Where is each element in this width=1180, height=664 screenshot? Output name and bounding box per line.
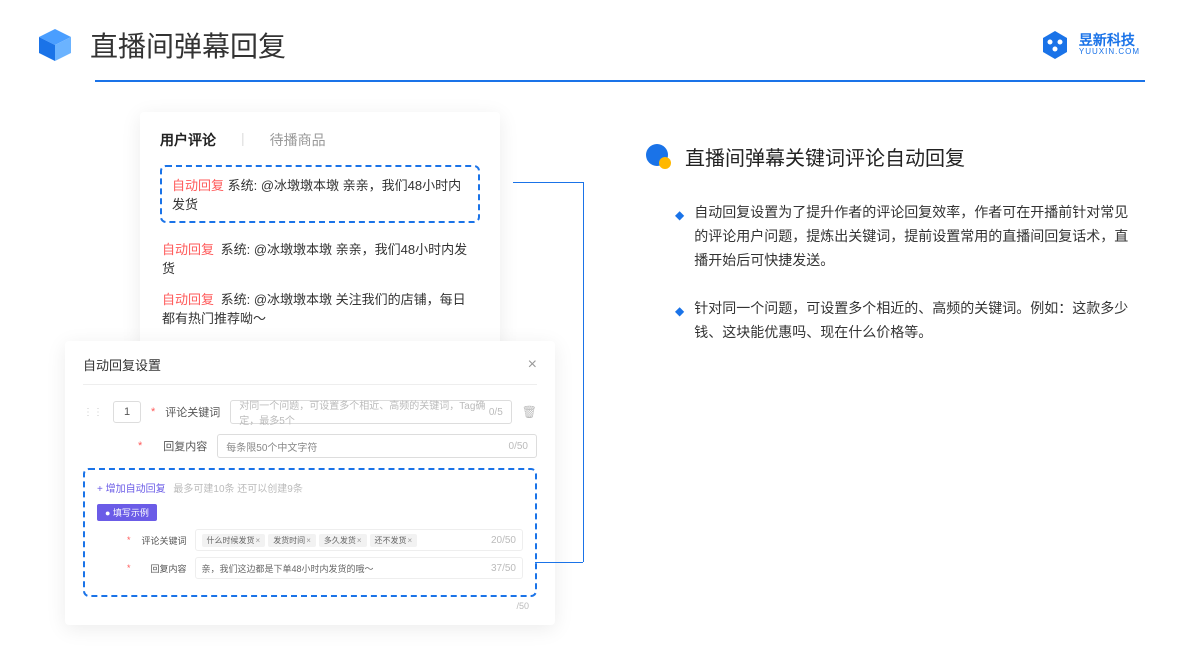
modal-title: 自动回复设置 [83, 355, 161, 374]
bubble-icon [645, 143, 673, 171]
cube-icon [35, 25, 75, 65]
diamond-icon: ◆ [675, 301, 684, 345]
example-content-row: * 回复内容 亲，我们这边都是下单48小时内发货的哦～ 37/50 [97, 557, 523, 579]
required-dot: * [151, 406, 155, 418]
example-content-input[interactable]: 亲，我们这边都是下单48小时内发货的哦～ 37/50 [195, 557, 523, 579]
auto-reply-label: 自动回复 [162, 292, 214, 307]
example-content-text: 亲，我们这边都是下单48小时内发货的哦～ [202, 562, 374, 575]
required-dot: * [127, 535, 131, 545]
example-badge: ● 填写示例 [97, 504, 157, 521]
tabs: 用户评论 | 待播商品 [160, 130, 480, 150]
tab-user-comments[interactable]: 用户评论 [160, 130, 216, 150]
field-label-content: 回复内容 [152, 438, 207, 454]
content-area: 用户评论 | 待播商品 自动回复 系统: @冰墩墩本墩 亲亲，我们48小时内发货… [0, 82, 1180, 625]
counter: 20/50 [491, 535, 516, 546]
example-keyword-row: * 评论关键词 什么时候发货× 发货时间× 多久发货× 还不发货× 20/50 [97, 529, 523, 551]
keyword-input[interactable]: 对同一个问题，可设置多个相近、高频的关键词，Tag确定，最多5个 0/5 [230, 400, 511, 424]
bullet-text: 针对同一个问题，可设置多个相近的、高频的关键词。例如：这款多少钱、这块能优惠吗、… [694, 297, 1140, 345]
left-column: 用户评论 | 待播商品 自动回复 系统: @冰墩墩本墩 亲亲，我们48小时内发货… [65, 112, 565, 625]
drag-handle-icon[interactable]: ⋮⋮ [83, 407, 103, 418]
header-left: 直播间弹幕回复 [35, 25, 286, 65]
auto-reply-label: 自动回复 [172, 178, 224, 193]
add-link-hint: 最多可建10条 还可以创建9条 [173, 484, 302, 495]
placeholder-text: 对同一个问题，可设置多个相近、高频的关键词，Tag确定，最多5个 [239, 397, 489, 427]
brand-logo-block: 昱新科技 YUUXIN.COM [1039, 29, 1140, 61]
counter: 0/50 [509, 441, 528, 452]
brand-text: 昱新科技 YUUXIN.COM [1079, 33, 1140, 57]
form-row-2: * 回复内容 每条限50个中文字符 0/50 [83, 434, 537, 458]
brand-logo-icon [1039, 29, 1071, 61]
modal-header: 自动回复设置 × [83, 355, 537, 385]
outer-counter: /50 [83, 597, 537, 611]
form-row-1: ⋮⋮ 1 * 评论关键词 对同一个问题，可设置多个相近、高频的关键词，Tag确定… [83, 400, 537, 424]
tag: 还不发货× [370, 534, 418, 547]
comment-row: 自动回复 系统: @冰墩墩本墩 亲亲，我们48小时内发货 [160, 233, 480, 283]
counter: 37/50 [491, 563, 516, 574]
bullet-text: 自动回复设置为了提升作者的评论回复效率，作者可在开播前针对常见的评论用户问题，提… [694, 201, 1140, 272]
counter: 0/5 [489, 407, 503, 418]
section-header: 直播间弹幕关键词评论自动回复 [645, 142, 1140, 171]
brand-domain: YUUXIN.COM [1079, 48, 1140, 57]
comments-card: 用户评论 | 待播商品 自动回复 系统: @冰墩墩本墩 亲亲，我们48小时内发货… [140, 112, 500, 351]
auto-reply-label: 自动回复 [162, 242, 214, 257]
section-title: 直播间弹幕关键词评论自动回复 [685, 142, 965, 171]
brand-name: 昱新科技 [1079, 33, 1140, 48]
page-title: 直播间弹幕回复 [90, 25, 286, 65]
highlighted-comment: 自动回复 系统: @冰墩墩本墩 亲亲，我们48小时内发货 [160, 165, 480, 223]
comment-row: 自动回复 系统: @冰墩墩本墩 关注我们的店铺，每日都有热门推荐呦～ [160, 283, 480, 333]
close-icon[interactable]: × [528, 356, 537, 374]
example-keyword-input[interactable]: 什么时候发货× 发货时间× 多久发货× 还不发货× 20/50 [195, 529, 523, 551]
connector-line [583, 182, 584, 562]
right-column: 直播间弹幕关键词评论自动回复 ◆ 自动回复设置为了提升作者的评论回复效率，作者可… [645, 112, 1140, 625]
content-input[interactable]: 每条限50个中文字符 0/50 [217, 434, 537, 458]
bullet-item: ◆ 针对同一个问题，可设置多个相近的、高频的关键词。例如：这款多少钱、这块能优惠… [645, 297, 1140, 345]
delete-icon[interactable]: 🗑 [522, 405, 537, 419]
bullet-item: ◆ 自动回复设置为了提升作者的评论回复效率，作者可在开播前针对常见的评论用户问题… [645, 201, 1140, 272]
settings-modal: 自动回复设置 × ⋮⋮ 1 * 评论关键词 对同一个问题，可设置多个相近、高频的… [65, 341, 555, 625]
tag: 多久发货× [319, 534, 367, 547]
field-label-keyword: 评论关键词 [165, 404, 220, 420]
tab-pending-goods[interactable]: 待播商品 [270, 130, 326, 150]
page-header: 直播间弹幕回复 昱新科技 YUUXIN.COM [0, 0, 1180, 80]
example-box: + 增加自动回复 最多可建10条 还可以创建9条 ● 填写示例 * 评论关键词 … [83, 468, 537, 597]
tag: 什么时候发货× [202, 534, 266, 547]
ex-field-label-keyword: 评论关键词 [139, 534, 187, 547]
row-number: 1 [113, 401, 141, 423]
required-dot: * [127, 563, 131, 573]
placeholder-text: 每条限50个中文字符 [226, 439, 317, 454]
required-dot: * [138, 440, 142, 452]
tag: 发货时间× [268, 534, 316, 547]
tab-divider: | [241, 130, 245, 150]
add-auto-reply-link[interactable]: + 增加自动回复 最多可建10条 还可以创建9条 [97, 480, 523, 495]
diamond-icon: ◆ [675, 205, 684, 272]
ex-field-label-content: 回复内容 [139, 562, 187, 575]
add-link-text: + 增加自动回复 [97, 484, 166, 495]
connector-line [513, 182, 583, 183]
